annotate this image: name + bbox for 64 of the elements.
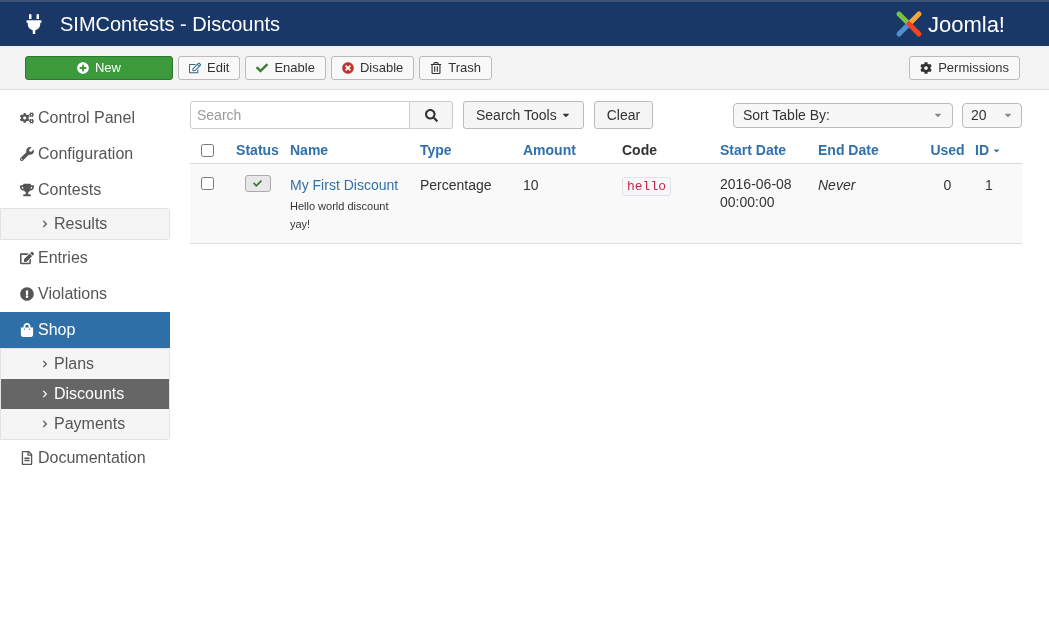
- permissions-button[interactable]: Permissions: [909, 55, 1020, 80]
- sidebar-item[interactable]: Violations: [0, 276, 170, 312]
- exclamation-icon: [20, 287, 34, 301]
- sidebar-subitem[interactable]: Results: [1, 209, 169, 239]
- page-title: SIMContests - Discounts: [60, 12, 281, 37]
- sort-dropdown[interactable]: Sort Table By:: [733, 102, 953, 128]
- chevron-right-icon: [41, 420, 49, 428]
- chevron-right-icon: [41, 360, 49, 368]
- trash-icon: [430, 61, 443, 74]
- toolbar-button[interactable]: Enable: [245, 55, 326, 80]
- column-header-link[interactable]: ID: [975, 140, 1001, 161]
- search-field[interactable]: Search: [190, 101, 410, 129]
- column-header-link[interactable]: Type: [420, 140, 452, 161]
- sidebar-subitem[interactable]: Payments: [1, 409, 169, 439]
- table-cell: Never: [818, 177, 856, 193]
- gears-icon: [20, 111, 34, 125]
- plug-icon: [24, 14, 44, 34]
- table-cell: Percentage: [420, 177, 492, 193]
- sidebar-item[interactable]: Entries: [0, 240, 170, 276]
- limit-dropdown[interactable]: 20: [962, 102, 1022, 128]
- column-header-link[interactable]: Status: [236, 140, 279, 161]
- table-cell: 1: [985, 177, 993, 193]
- table-cell: 2016-06-08 00:00:00: [720, 176, 792, 210]
- column-header-link[interactable]: Name: [290, 140, 329, 161]
- sidebar-item[interactable]: Contests: [0, 172, 170, 208]
- table-cell: 10: [523, 177, 539, 193]
- search-button[interactable]: [410, 101, 453, 129]
- trophy-icon: [20, 183, 34, 197]
- column-header-link[interactable]: End Date: [818, 140, 879, 161]
- sidebar-item[interactable]: Shop: [0, 312, 170, 348]
- check-icon: [256, 61, 269, 74]
- sidebar-item[interactable]: Control Panel: [0, 100, 170, 136]
- clear-button[interactable]: Clear: [593, 101, 654, 129]
- select-all-checkbox[interactable]: [201, 144, 214, 157]
- toolbar-button[interactable]: Disable: [330, 55, 415, 80]
- table-cell: 0: [943, 177, 952, 193]
- sidebar-subitem[interactable]: Discounts: [1, 379, 169, 409]
- chevron-right-icon: [41, 390, 49, 398]
- discount-description: Hello world discount yay!: [290, 199, 390, 232]
- edit-icon: [20, 251, 34, 265]
- joomla-logo-text: Joomla!: [927, 10, 1005, 39]
- search-icon: [424, 108, 438, 122]
- document-icon: [20, 451, 34, 465]
- toolbar-button[interactable]: Trash: [419, 55, 492, 80]
- search-tools-button[interactable]: Search Tools: [463, 101, 584, 129]
- check-icon: [253, 179, 262, 188]
- row-checkbox[interactable]: [201, 177, 214, 190]
- settings-icon: [920, 61, 933, 74]
- edit-icon: [189, 61, 201, 74]
- toolbar-button[interactable]: Edit: [178, 55, 241, 80]
- discount-code: hello: [622, 177, 671, 196]
- column-header-link[interactable]: Amount: [523, 140, 576, 161]
- chevron-right-icon: [41, 220, 49, 228]
- column-header-link[interactable]: Start Date: [720, 140, 787, 161]
- wrench-icon: [20, 147, 34, 161]
- sidebar-item[interactable]: Documentation: [0, 440, 170, 476]
- status-toggle[interactable]: [244, 175, 271, 192]
- sidebar-item[interactable]: Configuration: [0, 136, 170, 172]
- column-header: Code: [622, 141, 657, 160]
- sidebar-subitem[interactable]: Plans: [1, 349, 169, 379]
- column-header-link[interactable]: Used: [930, 140, 965, 161]
- shopping-bag-icon: [20, 323, 34, 337]
- discount-name-link[interactable]: My First Discount: [290, 175, 399, 196]
- toolbar-button[interactable]: New: [25, 55, 173, 80]
